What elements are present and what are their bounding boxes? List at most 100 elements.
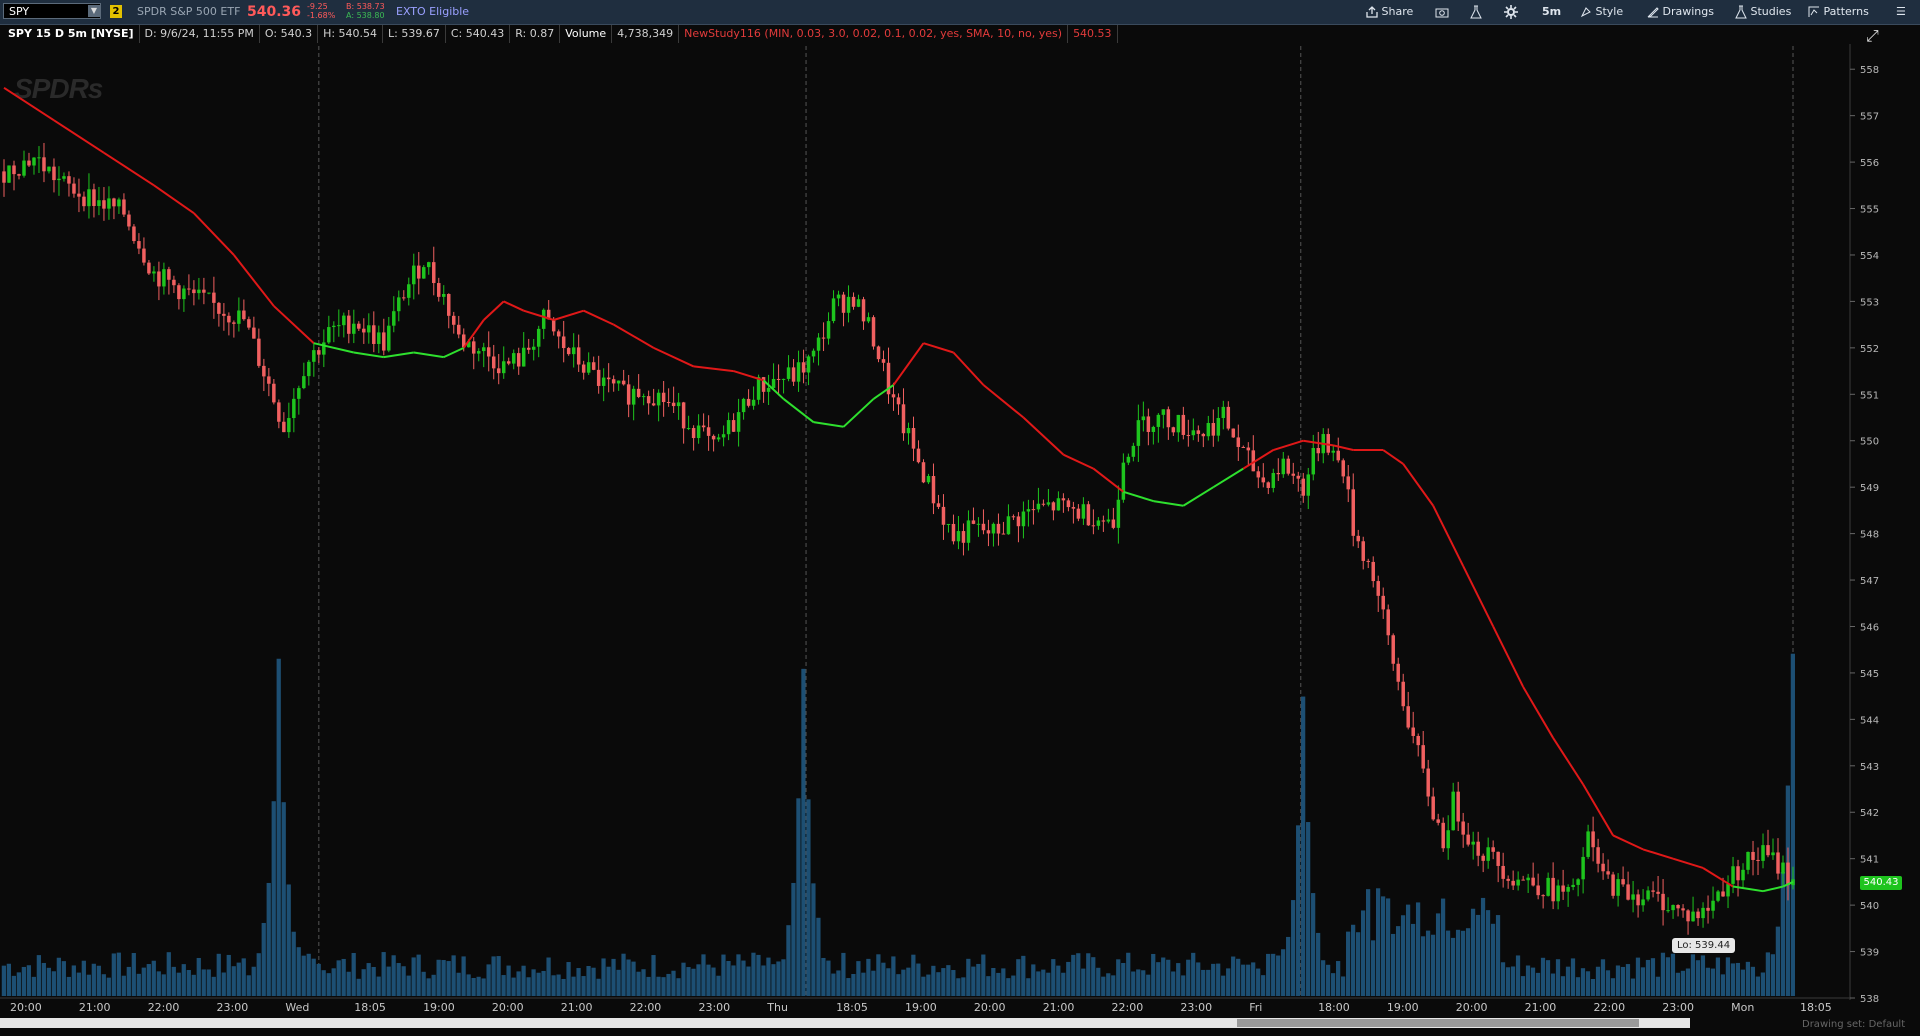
candle-body (347, 315, 351, 334)
candle-body (1436, 819, 1440, 823)
volume-bar (841, 952, 846, 996)
candle-body (1156, 414, 1161, 427)
volume-bar (401, 966, 406, 996)
volume-bar (1091, 957, 1096, 996)
candle-body (476, 351, 481, 354)
candle-body (442, 293, 446, 297)
volume-bar (981, 954, 986, 996)
volume-bar (1700, 955, 1706, 996)
candle-body (591, 362, 596, 370)
volume-bar (1600, 959, 1606, 996)
volume-bar (1540, 957, 1546, 996)
volume-bar (1321, 960, 1326, 996)
candle-body (1296, 475, 1301, 479)
ma-segment (193, 212, 235, 256)
volume-bar (581, 976, 586, 996)
volume-bar (996, 972, 1001, 996)
volume-bar (111, 953, 116, 996)
ma-segment (1022, 416, 1065, 456)
candle-body (327, 327, 331, 343)
volume-bar (1351, 924, 1356, 996)
candle-body (1306, 474, 1311, 496)
candle-body (1576, 879, 1580, 885)
volume-bar (781, 959, 786, 996)
price-axis[interactable]: 558 557 556 555 554 553 552 551 550 549 548 547 546 5… (1850, 65, 1879, 1005)
candle-body (491, 356, 496, 369)
candle-body (576, 347, 581, 365)
candle-body (182, 288, 186, 300)
candle-body (671, 402, 676, 407)
ma-segment (1153, 500, 1184, 507)
candle-body (871, 317, 876, 347)
candle-body (896, 397, 901, 405)
volume-bar (1585, 971, 1591, 996)
candle-body (87, 189, 91, 207)
candle-body (1561, 885, 1565, 892)
scrollbar-thumb[interactable] (1237, 1019, 1639, 1027)
volume-bar (561, 978, 566, 996)
volume-bar (256, 953, 261, 996)
volume-bar (1316, 932, 1321, 996)
volume-bar (501, 975, 506, 996)
candle-body (257, 338, 261, 366)
volume-bar (716, 975, 721, 996)
volume-bar (191, 974, 196, 996)
candle-body (112, 198, 116, 207)
volume-bar (1365, 889, 1371, 996)
volume-bar (21, 966, 26, 996)
volume-bar (611, 958, 616, 996)
candle-body (287, 418, 291, 433)
time-tick-label: 23:00 (1662, 1001, 1694, 1014)
ma-segment (1522, 686, 1554, 739)
volume-bar (1695, 960, 1701, 996)
volume-bar (1745, 961, 1751, 996)
volume-bar (766, 957, 771, 996)
candle-body (1726, 883, 1730, 897)
candle-body (586, 362, 591, 373)
candle-body (746, 398, 751, 406)
volume-bar (516, 971, 521, 996)
candle-body (836, 294, 841, 299)
volume-bar (1291, 900, 1296, 996)
candle-body (1481, 855, 1485, 861)
price-chart[interactable]: 558 557 556 555 554 553 552 551 550 549 548 547 546 5… (0, 0, 1920, 1036)
volume-bar (1161, 957, 1166, 996)
candle-body (571, 347, 576, 355)
candle-body (971, 520, 976, 524)
candle-body (1266, 482, 1271, 488)
volume-bar (1425, 930, 1431, 996)
volume-bar (1580, 968, 1586, 996)
volume-bar (1131, 971, 1136, 996)
volume-bar (201, 969, 206, 996)
candle-body (167, 269, 171, 280)
volume-bar (756, 954, 761, 996)
volume-bar (861, 972, 866, 996)
candle-body (961, 531, 966, 543)
volume-bar (676, 978, 681, 996)
volume-bar (161, 974, 166, 996)
candle-body (711, 435, 716, 440)
candle-body (1591, 831, 1595, 848)
candle-body (277, 402, 281, 422)
time-tick-label: 23:00 (217, 1001, 249, 1014)
price-tick-label: 546 (1860, 622, 1879, 633)
candle-body (1551, 877, 1555, 902)
volume-bar (1675, 972, 1681, 996)
candle-body (2, 171, 6, 183)
price-tick-label: 543 (1860, 762, 1879, 773)
volume-bar (1465, 928, 1471, 996)
price-tick-label: 550 (1860, 437, 1879, 448)
ma-segment (653, 346, 695, 368)
volume-bar (31, 976, 36, 996)
time-axis[interactable]: 20:00 21:00 22:00 23:00 Wed 18:05 19:00 20:00 21… (10, 1001, 1832, 1014)
ma-segment (353, 351, 384, 359)
candle-body (1416, 735, 1420, 746)
volume-bar (486, 964, 491, 996)
candle-body (1621, 879, 1625, 885)
volume-bar (451, 955, 456, 996)
volume-bar (1485, 910, 1491, 996)
ma-segment (1062, 453, 1094, 470)
candle-body (127, 214, 131, 227)
volume-bar (1670, 953, 1676, 996)
volume-bar (96, 965, 101, 996)
